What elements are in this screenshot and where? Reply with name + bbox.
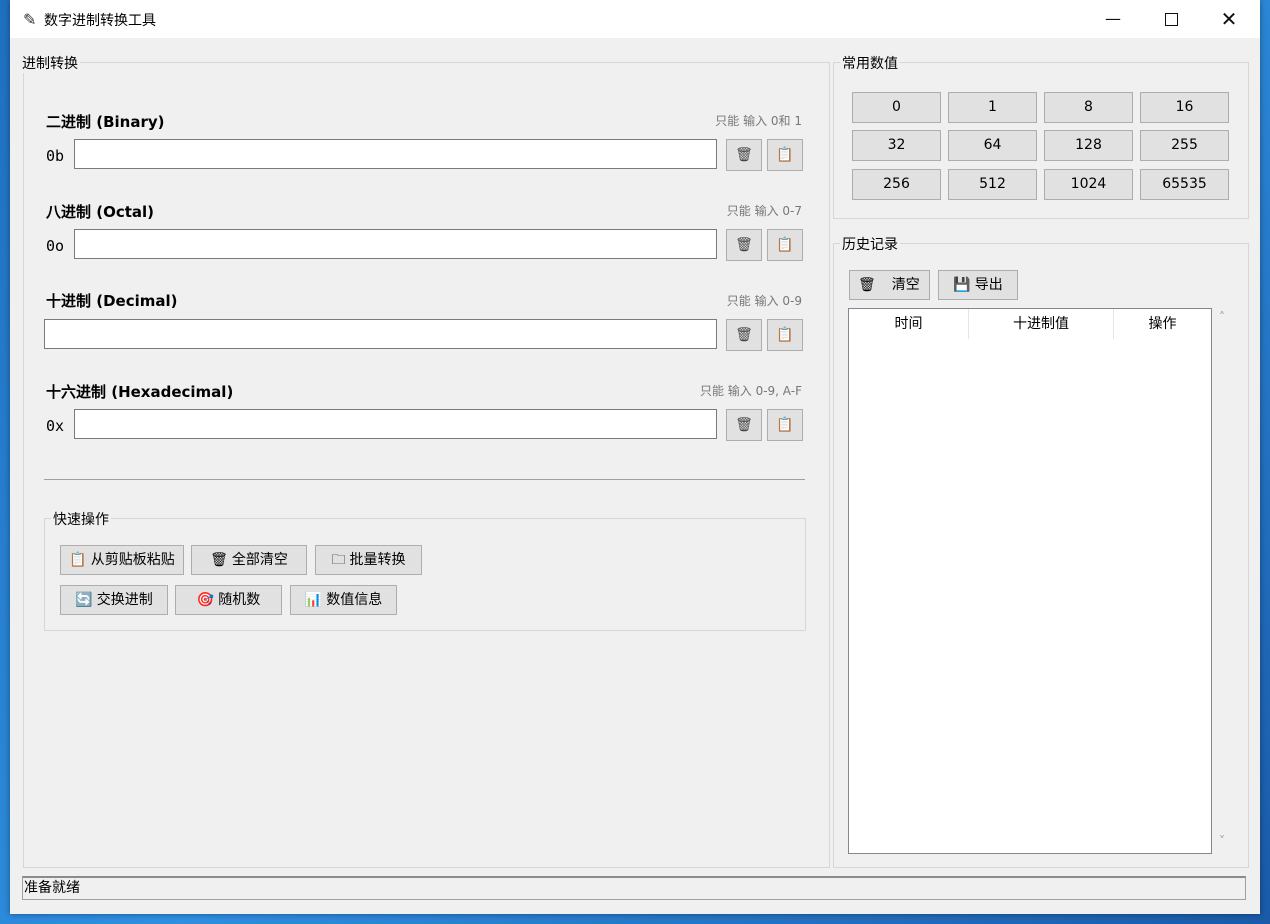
history-table[interactable]: 时间 十进制值 操作 [848,308,1212,854]
octal-title: 八进制 (Octal) [46,203,155,221]
swap-base-button[interactable]: 🔄 交换进制 [60,585,168,615]
conversion-group: 进制转换 二进制 (Binary) 只能 输入 0和 1 0b 🗑 📋 八进制 … [20,53,830,868]
folder-icon: 🗀 [331,552,346,568]
clear-all-button[interactable]: 🗑 全部清空 [191,545,307,575]
octal-hint: 只能 输入 0-7 [726,204,802,218]
number-info-button[interactable]: 📊 数值信息 [290,585,397,615]
octal-prefix: 0o [46,237,65,255]
value-button-256[interactable]: 256 [852,169,941,200]
chart-icon: 📊 [304,592,323,608]
binary-title: 二进制 (Binary) [46,113,165,131]
value-button-1024[interactable]: 1024 [1044,169,1133,200]
status-bar: 准备就绪 [22,876,1246,900]
close-button[interactable]: ✕ [1200,0,1258,38]
value-button-65535[interactable]: 65535 [1140,169,1229,200]
target-icon: 🎯 [196,592,215,608]
minimize-button[interactable]: — [1084,0,1142,38]
trash-icon: 🗑 [210,552,228,568]
clipboard-icon: 📋 [69,552,87,568]
decimal-hint: 只能 输入 0-9 [726,294,802,308]
quick-ops-group: 快速操作 📋 从剪贴板粘贴 🗑 全部清空 🗀 批量转换 🔄 交换进制 🎯 随机数 📊 数值信… [44,509,806,631]
column-header-action[interactable]: 操作 [1114,309,1211,339]
trash-icon: 🗑 [858,277,876,293]
maximize-icon [1164,13,1178,26]
quick-ops-legend: 快速操作 [51,509,111,529]
value-button-512[interactable]: 512 [948,169,1037,200]
value-button-0[interactable]: 0 [852,92,941,123]
batch-convert-button[interactable]: 🗀 批量转换 [315,545,422,575]
conversion-legend: 进制转换 [20,53,80,73]
refresh-icon: 🔄 [75,592,93,608]
clipboard-icon: 📋 [776,237,794,253]
common-values-group: 常用数值 0 1 8 16 32 64 128 255 256 512 1024… [833,53,1249,219]
hex-hint: 只能 输入 0-9, A-F [699,384,802,398]
hex-prefix: 0x [46,417,65,435]
save-icon: 💾 [953,277,971,293]
value-button-255[interactable]: 255 [1140,130,1229,161]
clipboard-icon: 📋 [776,417,794,433]
binary-prefix: 0b [46,147,65,165]
trash-icon: 🗑 [735,327,753,343]
clipboard-icon: 📋 [776,327,794,343]
decimal-copy-button[interactable]: 📋 [767,319,803,351]
clipboard-icon: 📋 [776,147,794,163]
common-values-legend: 常用数值 [840,53,900,73]
scroll-up-arrow[interactable]: ˄ [1213,310,1231,324]
trash-icon: 🗑 [735,237,753,253]
history-legend: 历史记录 [840,234,900,254]
history-clear-button[interactable]: 🗑 清空 [849,270,930,300]
value-button-16[interactable]: 16 [1140,92,1229,123]
scroll-down-arrow[interactable]: ˅ [1213,834,1231,848]
hex-input[interactable] [74,409,717,439]
value-button-64[interactable]: 64 [948,130,1037,161]
paste-clipboard-button[interactable]: 📋 从剪贴板粘贴 [60,545,184,575]
history-export-button[interactable]: 💾 导出 [938,270,1018,300]
value-button-128[interactable]: 128 [1044,130,1133,161]
decimal-input[interactable] [44,319,717,349]
hex-clear-button[interactable]: 🗑 [726,409,762,441]
separator [44,479,805,480]
trash-icon: 🗑 [735,147,753,163]
title-bar: ✎ 数字进制转换工具 — ✕ [10,0,1260,38]
binary-input[interactable] [74,139,717,169]
value-button-8[interactable]: 8 [1044,92,1133,123]
octal-input[interactable] [74,229,717,259]
binary-hint: 只能 输入 0和 1 [715,114,802,128]
column-header-time[interactable]: 时间 [849,309,969,339]
feather-icon: ✎ [23,10,37,29]
column-header-decimal[interactable]: 十进制值 [969,309,1114,339]
trash-icon: 🗑 [735,417,753,433]
random-number-button[interactable]: 🎯 随机数 [175,585,282,615]
value-button-32[interactable]: 32 [852,130,941,161]
decimal-clear-button[interactable]: 🗑 [726,319,762,351]
hex-copy-button[interactable]: 📋 [767,409,803,441]
main-window: ✎ 数字进制转换工具 — ✕ 进制转换 二进制 (Binary) 只能 输入 0… [10,0,1260,914]
window-title: 数字进制转换工具 [44,13,156,29]
octal-clear-button[interactable]: 🗑 [726,229,762,261]
hex-title: 十六进制 (Hexadecimal) [46,383,234,401]
value-button-1[interactable]: 1 [948,92,1037,123]
octal-copy-button[interactable]: 📋 [767,229,803,261]
maximize-button[interactable] [1142,0,1200,38]
decimal-title: 十进制 (Decimal) [46,292,178,310]
binary-copy-button[interactable]: 📋 [767,139,803,171]
binary-clear-button[interactable]: 🗑 [726,139,762,171]
history-group: 历史记录 🗑 清空 💾 导出 时间 十进制值 操作 ˄ ˅ [833,234,1249,868]
